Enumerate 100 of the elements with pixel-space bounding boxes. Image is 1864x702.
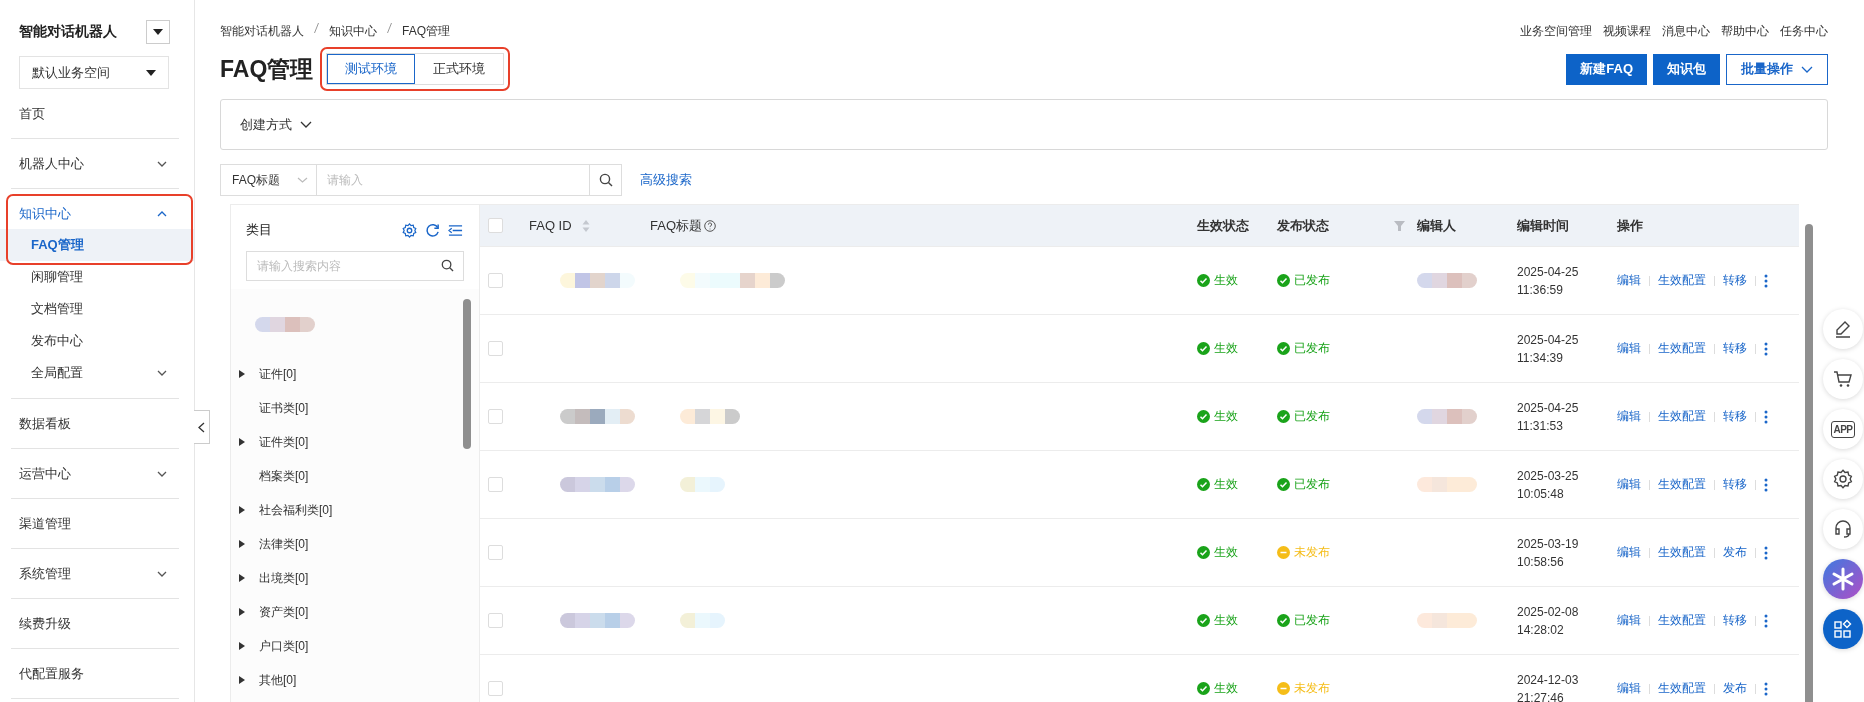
row-action-link[interactable]: 生效配置	[1658, 544, 1706, 561]
table-row[interactable]: 生效 已发布 2025-04-25 11:31:53 编辑 生效配置 转移	[480, 383, 1799, 451]
expand-caret-icon[interactable]	[239, 642, 245, 650]
table-row[interactable]: 生效 已发布 2025-03-25 10:05:48 编辑 生效配置 转移	[480, 451, 1799, 519]
row-action-link[interactable]: 转移	[1723, 340, 1747, 357]
row-action-link[interactable]: 编辑	[1617, 408, 1641, 425]
settings-icon[interactable]	[402, 222, 417, 238]
select-all-checkbox[interactable]	[488, 218, 503, 233]
row-action-link[interactable]: 编辑	[1617, 544, 1641, 561]
search-input[interactable]: 请输入	[317, 164, 590, 196]
expand-caret-icon[interactable]	[239, 506, 245, 514]
workspace-select[interactable]: 默认业务空间	[19, 56, 169, 89]
row-action-link[interactable]: 生效配置	[1658, 476, 1706, 493]
row-action-link[interactable]: 转移	[1723, 612, 1747, 629]
action-button[interactable]: 知识包	[1653, 53, 1720, 85]
category-item[interactable]: 证件类[0]	[239, 425, 459, 459]
environment-tab[interactable]: 测试环境	[327, 54, 416, 84]
row-action-link[interactable]: 编辑	[1617, 272, 1641, 289]
more-icon[interactable]	[1764, 681, 1768, 696]
advanced-search-link[interactable]: 高级搜索	[640, 171, 692, 189]
header-link[interactable]: 帮助中心	[1721, 22, 1769, 40]
nav-item[interactable]: 渠道管理	[11, 508, 179, 539]
row-action-link[interactable]: 生效配置	[1658, 340, 1706, 357]
search-field-select[interactable]: FAQ标题	[220, 164, 317, 196]
filter-toggle[interactable]: 创建方式	[240, 115, 312, 134]
row-action-link[interactable]: 生效配置	[1658, 408, 1706, 425]
row-action-link[interactable]: 生效配置	[1658, 612, 1706, 629]
nav-subitem[interactable]: 全局配置	[0, 357, 194, 389]
more-icon[interactable]	[1764, 409, 1768, 424]
refresh-icon[interactable]	[425, 222, 440, 238]
header-link[interactable]: 视频课程	[1603, 22, 1651, 40]
collapse-list-icon[interactable]	[448, 223, 463, 237]
table-row[interactable]: 生效 已发布 2025-02-08 14:28:02 编辑 生效配置 转移	[480, 587, 1799, 655]
expand-caret-icon[interactable]	[239, 608, 245, 616]
category-search-field[interactable]: 请输入搜索内容	[246, 251, 464, 281]
row-checkbox[interactable]	[488, 341, 503, 356]
nav-subitem[interactable]: 文档管理	[0, 293, 194, 325]
breadcrumb-item[interactable]: 智能对话机器人	[220, 22, 304, 40]
category-item[interactable]: 资产类[0]	[239, 595, 459, 629]
cart-button[interactable]	[1823, 359, 1863, 399]
category-item[interactable]: 证书类[0]	[239, 391, 459, 425]
more-icon[interactable]	[1764, 477, 1768, 492]
row-action-link[interactable]: 生效配置	[1658, 272, 1706, 289]
row-action-link[interactable]: 生效配置	[1658, 680, 1706, 697]
nav-subitem[interactable]: FAQ管理	[0, 229, 194, 261]
more-icon[interactable]	[1764, 341, 1768, 356]
assistant-button[interactable]	[1823, 559, 1863, 599]
row-action-link[interactable]: 转移	[1723, 408, 1747, 425]
category-item[interactable]: 户口类[0]	[239, 629, 459, 663]
table-row[interactable]: 生效 已发布 2025-04-25 11:34:39 编辑 生效配置 转移	[480, 315, 1799, 383]
collapse-button[interactable]	[194, 410, 210, 444]
row-checkbox[interactable]	[488, 273, 503, 288]
row-checkbox[interactable]	[488, 613, 503, 628]
row-checkbox[interactable]	[488, 409, 503, 424]
support-button[interactable]	[1823, 509, 1863, 549]
table-row[interactable]: 生效 未发布 2024-12-03 21:27:46 编辑 生效配置 发布	[480, 655, 1799, 702]
search-button[interactable]	[590, 164, 622, 196]
category-item[interactable]: 其他[0]	[239, 663, 459, 697]
nav-item[interactable]: 代配置服务	[11, 658, 179, 689]
edit-tool-button[interactable]	[1823, 309, 1863, 349]
row-action-link[interactable]: 发布	[1723, 544, 1747, 561]
expand-caret-icon[interactable]	[239, 540, 245, 548]
app-switch-button[interactable]	[146, 20, 170, 44]
nav-item[interactable]: 系统管理	[11, 558, 179, 589]
header-link[interactable]: 消息中心	[1662, 22, 1710, 40]
row-action-link[interactable]: 编辑	[1617, 340, 1641, 357]
nav-item[interactable]: 数据看板	[11, 408, 179, 439]
breadcrumb-item[interactable]: 知识中心	[329, 22, 377, 40]
settings-button[interactable]	[1823, 459, 1863, 499]
more-icon[interactable]	[1764, 613, 1768, 628]
row-action-link[interactable]: 编辑	[1617, 612, 1641, 629]
row-action-link[interactable]: 编辑	[1617, 476, 1641, 493]
more-icon[interactable]	[1764, 273, 1768, 288]
expand-caret-icon[interactable]	[239, 438, 245, 446]
row-action-link[interactable]: 转移	[1723, 476, 1747, 493]
help-icon[interactable]	[704, 219, 716, 232]
header-link[interactable]: 业务空间管理	[1520, 22, 1592, 40]
category-item[interactable]: 法律类[0]	[239, 527, 459, 561]
category-item[interactable]: 社会福利类[0]	[239, 493, 459, 527]
more-icon[interactable]	[1764, 545, 1768, 560]
category-item[interactable]: 档案类[0]	[239, 459, 459, 493]
category-item[interactable]: 出境类[0]	[239, 561, 459, 595]
row-action-link[interactable]: 转移	[1723, 272, 1747, 289]
nav-item[interactable]: 知识中心	[11, 198, 179, 229]
row-checkbox[interactable]	[488, 545, 503, 560]
row-action-link[interactable]: 编辑	[1617, 680, 1641, 697]
dropdown-button[interactable]: 批量操作	[1726, 53, 1828, 85]
apps-button[interactable]	[1823, 609, 1863, 649]
nav-item[interactable]: 续费升级	[11, 608, 179, 639]
expand-caret-icon[interactable]	[239, 676, 245, 684]
table-row[interactable]: 生效 未发布 2025-03-19 10:58:56 编辑 生效配置 发布	[480, 519, 1799, 587]
row-checkbox[interactable]	[488, 477, 503, 492]
header-link[interactable]: 任务中心	[1780, 22, 1828, 40]
nav-item[interactable]: 机器人中心	[11, 148, 179, 179]
expand-caret-icon[interactable]	[239, 574, 245, 582]
nav-subitem[interactable]: 闲聊管理	[0, 261, 194, 293]
row-action-link[interactable]: 发布	[1723, 680, 1747, 697]
nav-item[interactable]: 运营中心	[11, 458, 179, 489]
expand-caret-icon[interactable]	[239, 370, 245, 378]
category-item[interactable]: 证件[0]	[239, 357, 459, 391]
